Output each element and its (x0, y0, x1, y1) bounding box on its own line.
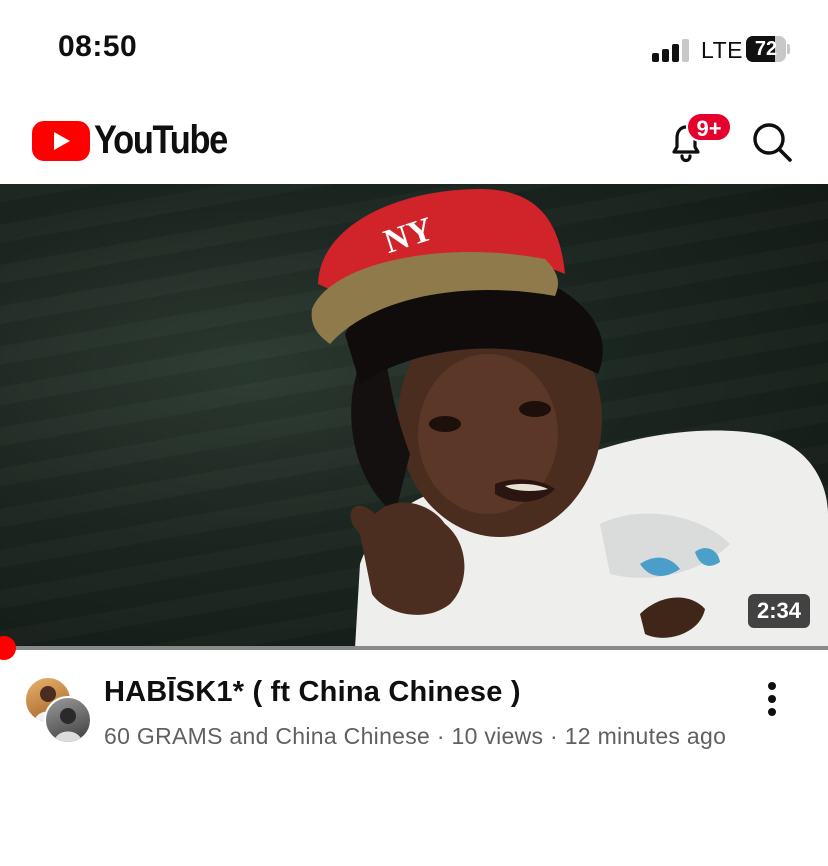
status-time: 08:50 (58, 30, 138, 63)
battery-level: 72 (754, 38, 778, 60)
channel-avatars[interactable] (24, 676, 92, 744)
logo-text: YouTube (94, 118, 228, 162)
cellular-signal-icon (652, 38, 692, 62)
more-vertical-icon (768, 682, 776, 690)
video-meta: 60 GRAMS and China Chinese · 10 views · … (104, 723, 727, 749)
progress-bar[interactable] (0, 646, 828, 650)
network-type: LTE (701, 37, 743, 63)
thumbnail-image: NY (311, 189, 828, 648)
avatar (44, 696, 92, 744)
video-thumbnail[interactable]: NY 2:34 (0, 184, 828, 648)
screen: 08:50 LTE 72 YouTube 9+ NY 2:34 HABĪSK1*… (0, 0, 828, 866)
search-button[interactable] (748, 118, 796, 166)
search-icon (753, 123, 792, 162)
more-options-button[interactable] (756, 680, 788, 720)
notification-badge: 9+ (686, 112, 732, 142)
video-title[interactable]: HABĪSK1* ( ft China Chinese ) (104, 676, 724, 709)
battery-icon: 72 (746, 36, 790, 62)
video-duration: 2:34 (747, 594, 810, 628)
youtube-play-icon (32, 121, 90, 161)
app-header: YouTube 9+ (0, 100, 828, 184)
